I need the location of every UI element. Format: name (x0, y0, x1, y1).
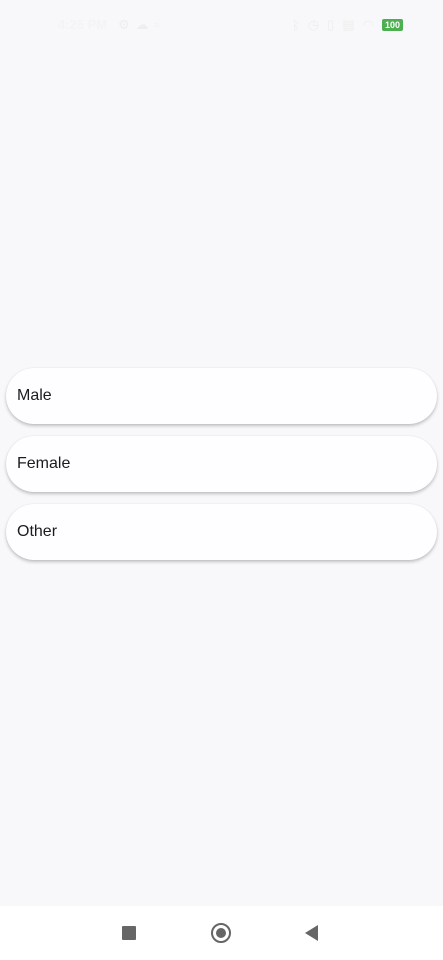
vibrate-icon: ▯ (327, 17, 335, 32)
option-label: Male (17, 387, 52, 404)
cloud-icon: ☁ (135, 17, 149, 32)
option-male[interactable]: Male (6, 368, 437, 424)
navigation-bar (0, 906, 443, 960)
back-button[interactable] (305, 925, 318, 941)
network-icon: ▤ (342, 17, 355, 32)
home-icon (216, 928, 226, 938)
option-label: Other (17, 523, 58, 540)
status-bar: 4:25 PM ⚙ ☁ ▫ ᛒ ◷ ▯ ▤ ◠ 100 (0, 0, 443, 50)
alarm-icon: ◷ (307, 17, 320, 32)
status-left-icons: ⚙ ☁ ▫ (118, 17, 159, 33)
option-female[interactable]: Female (6, 436, 437, 492)
option-label: Female (17, 455, 71, 472)
bluetooth-icon: ᛒ (292, 17, 300, 33)
status-right-icons: ᛒ ◷ ▯ ▤ ◠ 100 (292, 17, 403, 33)
home-button[interactable] (211, 923, 231, 943)
status-time: 4:25 PM (58, 17, 108, 32)
screen: 4:25 PM ⚙ ☁ ▫ ᛒ ◷ ▯ ▤ ◠ 100 Male Female … (0, 0, 443, 960)
battery-icon: 100 (381, 19, 403, 31)
wifi-icon: ◠ (362, 17, 374, 32)
sim-icon: ▫ (154, 17, 160, 32)
settings-icon: ⚙ (118, 17, 130, 32)
gender-options: Male Female Other (6, 368, 437, 572)
recents-button[interactable] (122, 926, 136, 940)
option-other[interactable]: Other (6, 504, 437, 560)
